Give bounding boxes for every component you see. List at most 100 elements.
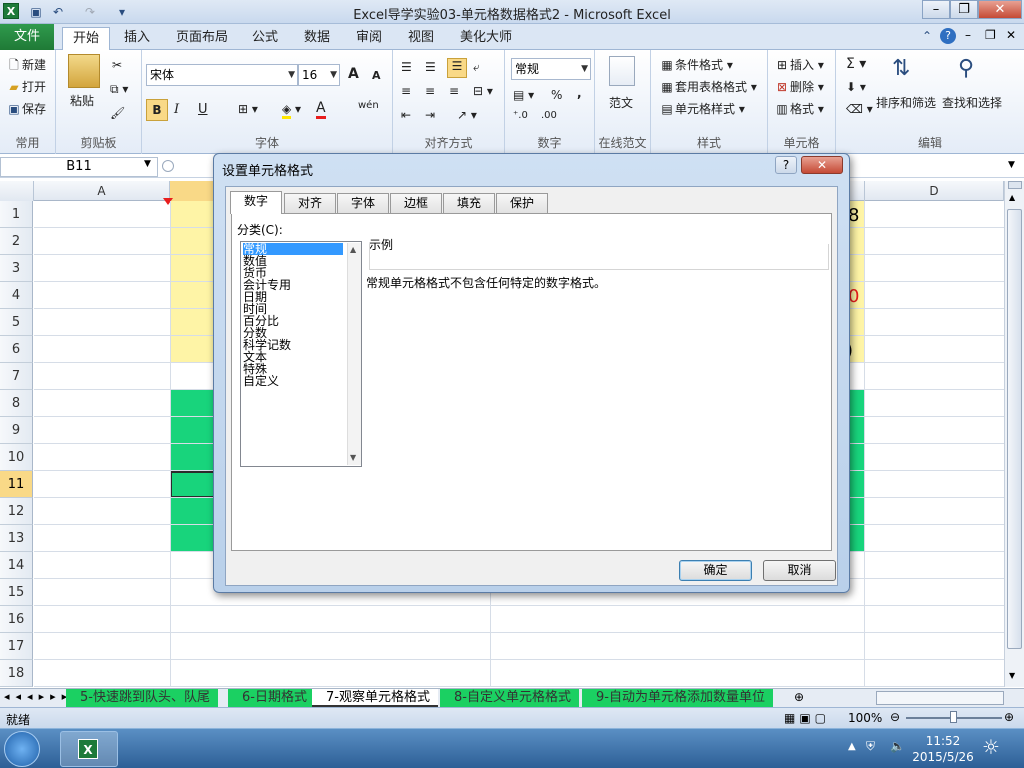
vertical-scrollbar[interactable]: ▲ ▼ — [1004, 181, 1024, 687]
format-cells-button[interactable]: ▥ 格式 ▾ — [774, 100, 824, 117]
sheet-tab-7-active[interactable]: 7-观察单元格格式 — [312, 689, 438, 707]
dialog-close-button[interactable]: ✕ — [801, 156, 843, 174]
tab-data[interactable]: 数据 — [294, 27, 340, 50]
tab-formulas[interactable]: 公式 — [242, 27, 288, 50]
bold-button[interactable]: B — [146, 99, 168, 121]
sheet-tab-8[interactable]: 8-自定义单元格格式 — [440, 689, 579, 707]
security-icon[interactable]: ⛨ — [866, 739, 875, 754]
format-painter-icon[interactable]: 🖌 — [110, 106, 125, 120]
tab-review[interactable]: 审阅 — [346, 27, 392, 50]
tab-home[interactable]: 开始 — [62, 27, 111, 51]
font-color-button[interactable]: A — [316, 100, 326, 119]
clock[interactable]: 11:52 2015/5/26 — [910, 733, 976, 765]
border-icon[interactable]: ⊞ ▾ — [238, 102, 258, 116]
insert-cells-button[interactable]: ⊞ 插入 ▾ — [774, 56, 824, 73]
dialog-tab-number[interactable]: 数字 — [230, 191, 282, 214]
merge-icon[interactable]: ⊟ ▾ — [473, 84, 493, 98]
currency-icon[interactable]: ▤ ▾ — [513, 88, 534, 102]
tab-beautify[interactable]: 美化大师 — [450, 27, 522, 50]
row-header[interactable]: 16 — [0, 606, 33, 633]
category-list[interactable]: ▲ ▼ 常规 数值 货币 会计专用 日期 时间 百分比 分数 科学记数 文本 特殊 自定义 — [240, 241, 362, 467]
row-header[interactable]: 18 — [0, 660, 33, 687]
scroll-up-icon[interactable]: ▲ — [1009, 193, 1015, 202]
volume-icon[interactable]: 🔈 — [890, 739, 905, 753]
zoom-in-icon[interactable]: ⊕ — [1004, 710, 1014, 724]
dialog-tab-fill[interactable]: 填充 — [443, 193, 495, 213]
view-mode-icons[interactable]: ▦▣▢ — [784, 711, 830, 725]
column-header-a[interactable]: A — [34, 181, 170, 201]
cut-icon[interactable]: ✂ — [112, 58, 122, 72]
category-scrollbar[interactable]: ▲ ▼ — [347, 243, 361, 465]
sheet-nav-icons[interactable]: ◂◂◂▸▸▸ — [4, 690, 73, 703]
grow-font-button[interactable]: A — [348, 66, 359, 82]
font-size-combo[interactable]: 16 ▼ — [298, 64, 340, 86]
row-header[interactable]: 9 — [0, 417, 33, 444]
row-header[interactable]: 6 — [0, 336, 33, 363]
tray-expand-icon[interactable]: ▲ — [848, 741, 856, 752]
name-box[interactable]: B11 — [0, 157, 158, 177]
formula-handle-icon[interactable] — [162, 160, 174, 172]
align-bottom-icon[interactable]: ☰ — [447, 58, 467, 78]
table-format-button[interactable]: ▦ 套用表格格式 ▾ — [659, 78, 757, 95]
document-icon[interactable] — [609, 56, 635, 86]
cancel-button[interactable]: 取消 — [763, 560, 836, 581]
dialog-tab-border[interactable]: 边框 — [390, 193, 442, 213]
shrink-font-button[interactable]: A — [372, 69, 381, 82]
autosum-button[interactable]: Σ ▾ — [846, 56, 866, 72]
cell-styles-button[interactable]: ▤ 单元格样式 ▾ — [659, 100, 745, 117]
find-select-button[interactable]: 查找和选择 — [942, 94, 1002, 111]
doc-minimize-icon[interactable]: – — [965, 28, 971, 42]
percent-button[interactable]: % — [551, 88, 562, 102]
fill-icon[interactable]: ⬇ ▾ — [846, 80, 866, 94]
restore-button[interactable]: ❐ — [950, 0, 978, 19]
sheet-tab-5[interactable]: 5-快速跳到队头、队尾 — [66, 689, 218, 707]
row-header[interactable]: 5 — [0, 309, 33, 336]
align-top-icon[interactable]: ☰ — [401, 60, 412, 74]
insert-sheet-icon[interactable]: ⊕ — [794, 690, 804, 704]
align-middle-icon[interactable]: ☰ — [425, 60, 436, 74]
wrap-text-icon[interactable]: ⤶ — [473, 60, 480, 75]
tab-file[interactable]: 文件 — [0, 24, 54, 50]
collapse-ribbon-icon[interactable]: ⌃ — [922, 29, 932, 43]
name-box-dropdown-icon[interactable]: ▼ — [144, 159, 151, 169]
row-header[interactable]: 14 — [0, 552, 33, 579]
tab-insert[interactable]: 插入 — [114, 27, 160, 50]
sheet-tab-6[interactable]: 6-日期格式 — [228, 689, 315, 707]
category-item[interactable]: 自定义 — [243, 375, 279, 387]
align-right-icon[interactable]: ≡ — [449, 84, 459, 98]
row-header[interactable]: 2 — [0, 228, 33, 255]
row-header[interactable]: 17 — [0, 633, 33, 660]
align-left-icon[interactable]: ≡ — [401, 84, 411, 98]
paste-button[interactable]: 粘贴 — [70, 92, 94, 109]
doc-close-icon[interactable]: ✕ — [1006, 28, 1016, 42]
save-ribbon-button[interactable]: ▣ 保存 — [6, 100, 46, 117]
decrease-decimal-icon[interactable]: .00 — [541, 110, 557, 121]
row-header[interactable]: 15 — [0, 579, 33, 606]
row-header[interactable]: 3 — [0, 255, 33, 282]
dialog-tab-alignment[interactable]: 对齐 — [284, 193, 336, 213]
weather-icon[interactable]: ☼ — [982, 735, 1000, 759]
decrease-indent-icon[interactable]: ⇤ — [401, 108, 411, 122]
align-center-icon[interactable]: ≡ — [425, 84, 435, 98]
start-button[interactable] — [4, 731, 40, 767]
split-handle[interactable] — [1008, 181, 1022, 189]
sort-filter-icon[interactable]: ⇅ — [892, 56, 910, 81]
scroll-down-icon[interactable]: ▼ — [350, 453, 356, 462]
row-header[interactable]: 13 — [0, 525, 33, 552]
dialog-tab-font[interactable]: 字体 — [337, 193, 389, 213]
clear-icon[interactable]: ⌫ ▾ — [846, 102, 873, 116]
number-format-combo[interactable]: 常规 ▼ — [511, 58, 591, 80]
row-header[interactable]: 11 — [0, 471, 33, 498]
zoom-out-icon[interactable]: ⊖ — [890, 710, 900, 724]
copy-icon[interactable]: ⧉ ▾ — [110, 82, 128, 97]
orientation-icon[interactable]: ↗ ▾ — [457, 108, 477, 122]
delete-cells-button[interactable]: ⊠ 删除 ▾ — [774, 78, 824, 95]
italic-button[interactable]: I — [174, 102, 179, 117]
close-button[interactable]: ✕ — [978, 0, 1022, 19]
comma-button[interactable]: , — [577, 86, 582, 100]
row-header[interactable]: 8 — [0, 390, 33, 417]
increase-decimal-icon[interactable]: ⁺.0 — [513, 110, 528, 121]
font-name-combo[interactable]: 宋体 ▼ — [146, 64, 298, 86]
doc-restore-icon[interactable]: ❐ — [985, 28, 996, 42]
phonetic-button[interactable]: wén — [358, 100, 379, 111]
